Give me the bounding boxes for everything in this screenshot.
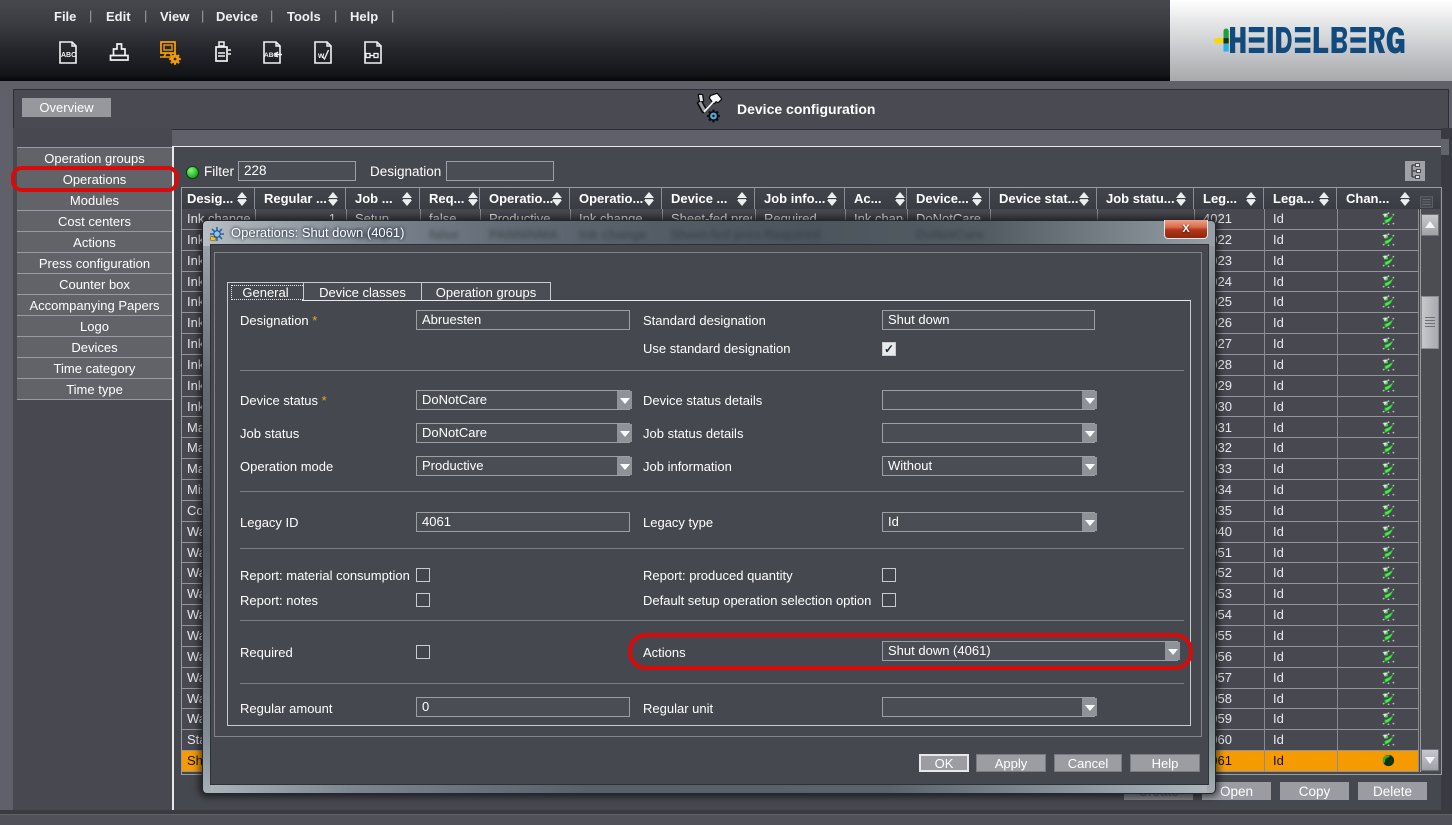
svg-text:ABC: ABC xyxy=(61,52,76,59)
